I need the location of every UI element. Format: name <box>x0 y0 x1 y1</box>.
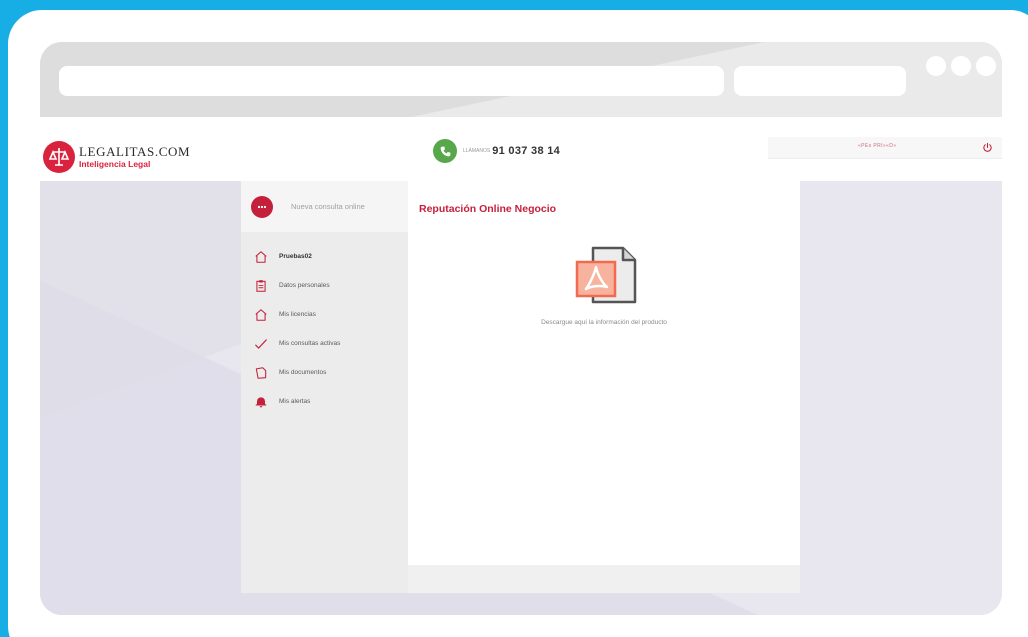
page-content: Nueva consulta online Pruebas02 Datos pe… <box>40 181 1002 615</box>
sidebar-item-label: Mis licencias <box>279 311 316 318</box>
menu-dot <box>951 56 971 76</box>
pdf-download-icon[interactable] <box>571 244 641 308</box>
phone-contact[interactable]: LLÁMANOS 91 037 38 14 <box>433 139 560 163</box>
window-menu-dots[interactable] <box>926 56 996 76</box>
chat-bubble-icon <box>251 195 273 218</box>
bell-icon <box>254 395 268 409</box>
sidebar-item-label: Mis consultas activas <box>279 340 341 347</box>
user-area: «PEs PRI»«D» <box>768 137 1002 159</box>
brand-name: LEGALITAS.COM <box>79 144 191 160</box>
browser-toolbar <box>40 42 1002 117</box>
browser-search-bar[interactable] <box>734 66 906 96</box>
sidebar-item-datos-personales[interactable]: Datos personales <box>241 271 408 300</box>
menu-dot <box>926 56 946 76</box>
phone-icon <box>433 139 457 163</box>
download-label[interactable]: Descargue aquí la información del produc… <box>408 319 800 326</box>
sidebar-item-mis-alertas[interactable]: Mis alertas <box>241 387 408 416</box>
new-consult-label: Nueva consulta online <box>291 202 365 211</box>
sidebar-nav: Pruebas02 Datos personales Mis licencias <box>241 242 408 416</box>
sidebar-item-pruebas02[interactable]: Pruebas02 <box>241 242 408 271</box>
sidebar: Nueva consulta online Pruebas02 Datos pe… <box>241 181 408 593</box>
sidebar-item-label: Pruebas02 <box>279 253 312 260</box>
menu-dot <box>976 56 996 76</box>
logout-power-icon[interactable] <box>981 141 994 154</box>
sidebar-item-mis-licencias[interactable]: Mis licencias <box>241 300 408 329</box>
home-outline-icon <box>254 308 268 322</box>
address-bar[interactable] <box>59 66 724 96</box>
clipboard-icon <box>254 279 268 293</box>
sidebar-item-label: Mis documentos <box>279 369 327 376</box>
new-consult-button[interactable]: Nueva consulta online <box>241 181 408 232</box>
phone-label: LLÁMANOS <box>463 148 491 154</box>
sidebar-item-label: Mis alertas <box>279 398 311 405</box>
sidebar-item-mis-documentos[interactable]: Mis documentos <box>241 358 408 387</box>
document-icon <box>254 366 268 380</box>
pencil-check-icon <box>254 337 268 351</box>
phone-number: 91 037 38 14 <box>492 145 561 157</box>
page-title: Reputación Online Negocio <box>419 203 557 215</box>
main-panel: Reputación Online Negocio Descargue aquí… <box>408 181 800 565</box>
brand-tagline: Inteligencia Legal <box>79 159 151 170</box>
sidebar-item-mis-consultas-activas[interactable]: Mis consultas activas <box>241 329 408 358</box>
sidebar-item-label: Datos personales <box>279 282 330 289</box>
user-name[interactable]: «PEs PRI»«D» <box>858 143 896 149</box>
site-header: LEGALITAS.COM Inteligencia Legal LLÁMANO… <box>40 117 1002 181</box>
browser-window: LEGALITAS.COM Inteligencia Legal LLÁMANO… <box>40 42 1002 615</box>
home-icon <box>254 250 268 264</box>
main-footer <box>408 565 800 593</box>
scales-icon <box>43 141 75 173</box>
brand-logo[interactable]: LEGALITAS.COM Inteligencia Legal <box>43 141 190 173</box>
